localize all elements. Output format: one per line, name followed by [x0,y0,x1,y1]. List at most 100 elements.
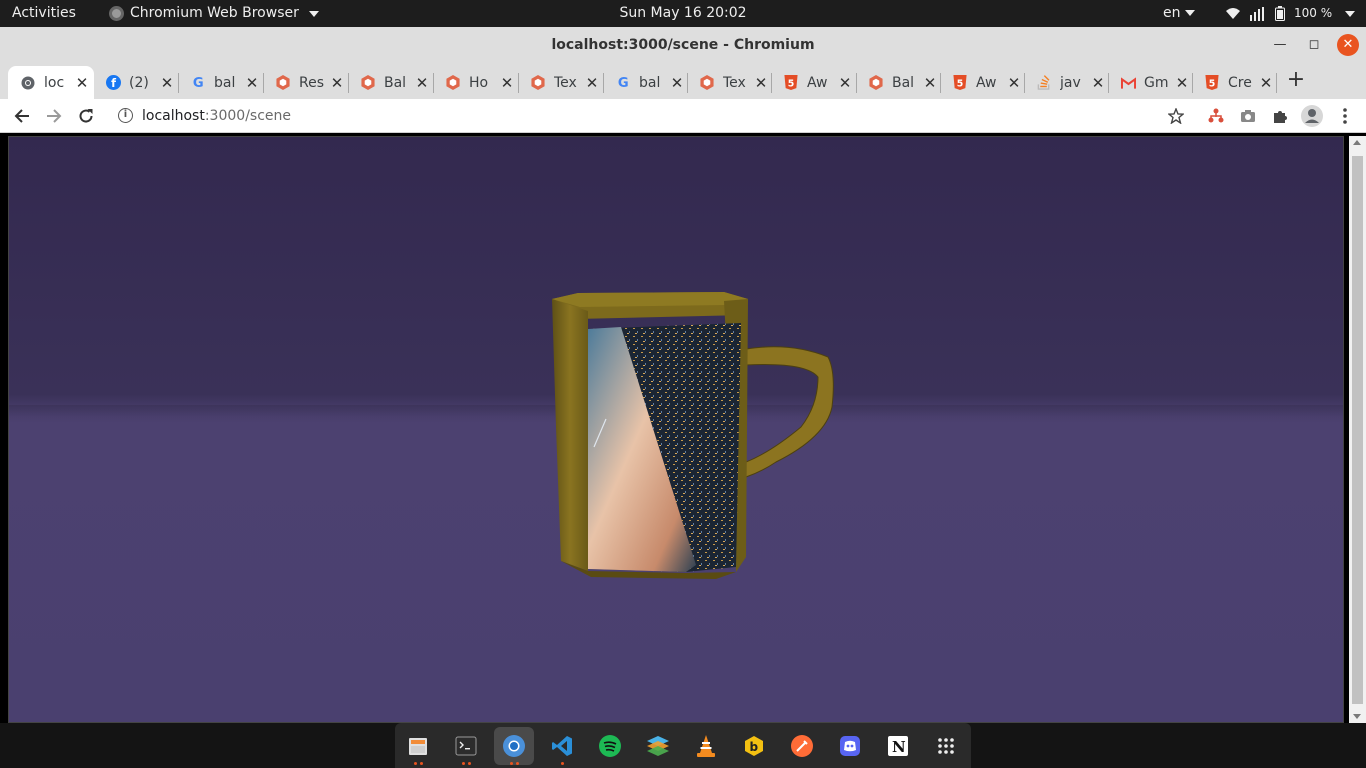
postman-icon [791,735,813,757]
arrow-left-icon [14,109,29,123]
mug-3d-model[interactable] [536,287,836,587]
back-button[interactable] [10,104,34,128]
dock-discord[interactable] [830,727,870,765]
language-indicator[interactable]: en [1163,0,1195,27]
babylon-icon [868,75,884,91]
facebook-icon: f [105,75,121,91]
url-text[interactable]: localhost:3000/scene [142,101,291,131]
tab-close-icon[interactable]: ✕ [584,74,600,92]
running-indicator [446,762,486,765]
minimize-button[interactable]: — [1269,34,1291,56]
address-bar[interactable]: i localhost:3000/scene [112,101,1197,131]
app-grid-icon [938,738,954,754]
forward-button[interactable] [42,104,66,128]
google-icon: G [190,75,206,91]
vscode-icon [552,736,572,756]
bookmark-star-button[interactable] [1164,104,1188,128]
dock-chromium[interactable] [494,727,534,765]
tab-12[interactable]: 5 Aw ✕ [940,66,1024,99]
tab-close-icon[interactable]: ✕ [414,74,430,92]
close-window-button[interactable]: ✕ [1337,34,1359,56]
babylon-icon [275,75,291,91]
clock[interactable]: Sun May 16 20:02 [619,5,746,21]
dock-files[interactable] [398,727,438,765]
tab-5[interactable]: Bal ✕ [348,66,432,99]
puzzle-icon [1274,111,1287,123]
tab-close-icon[interactable]: ✕ [1006,74,1022,92]
spotify-icon [599,735,621,757]
tab-1[interactable]: loc ✕ [8,66,94,99]
tab-close-icon[interactable]: ✕ [1258,74,1274,92]
dock-bitwarden[interactable]: b [734,727,774,765]
site-info-icon[interactable]: i [118,108,133,123]
tab-6[interactable]: Ho ✕ [433,66,517,99]
gnome-top-bar: Activities Chromium Web Browser Sun May … [0,0,1366,27]
tab-title: Bal [384,74,407,91]
tab-close-icon[interactable]: ✕ [1090,74,1106,92]
tab-15[interactable]: 5 Cre ✕ [1192,66,1276,99]
tab-3[interactable]: G bal ✕ [178,66,262,99]
tab-close-icon[interactable]: ✕ [753,74,769,92]
scroll-up-arrow-icon[interactable] [1353,140,1361,145]
tab-close-icon[interactable]: ✕ [244,74,260,92]
tab-10[interactable]: 5 Aw ✕ [771,66,855,99]
tab-close-icon[interactable]: ✕ [499,74,515,92]
dock-show-applications[interactable] [926,727,966,765]
svg-text:b: b [750,740,759,754]
app-menu[interactable]: Chromium Web Browser [109,0,319,27]
extension-button[interactable] [1204,104,1228,128]
tab-close-icon[interactable]: ✕ [74,74,90,92]
dock-notion[interactable]: N [878,727,918,765]
profile-button[interactable] [1300,104,1324,128]
reload-button[interactable] [74,104,98,128]
tab-title: jav [1060,74,1081,91]
page-scrollbar[interactable] [1349,136,1366,723]
tab-close-icon[interactable]: ✕ [922,74,938,92]
tab-close-icon[interactable]: ✕ [669,74,685,92]
tab-close-icon[interactable]: ✕ [837,74,853,92]
tab-close-icon[interactable]: ✕ [329,74,345,92]
camera-icon [1241,110,1255,122]
more-vertical-icon [1343,108,1347,124]
scene-canvas[interactable] [8,136,1344,723]
extension-tree-icon [1208,108,1224,123]
tab-8[interactable]: G bal ✕ [603,66,687,99]
scrollbar-thumb[interactable] [1352,156,1363,704]
svg-text:5: 5 [788,78,795,89]
maximize-button[interactable]: ◻ [1303,34,1325,56]
browser-toolbar: i localhost:3000/scene [0,99,1366,133]
window-title: localhost:3000/scene - Chromium [551,37,815,53]
tab-7[interactable]: Tex ✕ [518,66,602,99]
avatar-icon [1301,105,1323,127]
tab-4[interactable]: Res ✕ [263,66,347,99]
svg-text:5: 5 [1209,78,1216,89]
battery-percentage: 100 % [1294,6,1333,20]
dock-vscode[interactable] [542,727,582,765]
html5-icon: 5 [952,75,968,91]
extensions-button[interactable] [1268,104,1292,128]
activities-button[interactable]: Activities [12,0,76,27]
tab-2[interactable]: f (2) ✕ [93,66,177,99]
running-indicator [494,762,534,765]
tab-11[interactable]: Bal ✕ [856,66,940,99]
tab-separator [1276,73,1277,93]
new-tab-button[interactable]: + [1283,66,1309,94]
tab-13[interactable]: jav ✕ [1024,66,1108,99]
tab-close-icon[interactable]: ✕ [159,74,175,92]
dock-terminal[interactable] [446,727,486,765]
app-menu-label: Chromium Web Browser [130,5,299,21]
system-status-menu[interactable]: 100 % [1225,0,1356,27]
tab-9[interactable]: Tex ✕ [687,66,771,99]
bitwarden-icon: b [745,736,763,756]
screenshot-extension-button[interactable] [1236,104,1260,128]
tab-14[interactable]: Gm ✕ [1108,66,1192,99]
dock-spotify[interactable] [590,727,630,765]
dock-vlc[interactable] [686,727,726,765]
tab-close-icon[interactable]: ✕ [1174,74,1190,92]
scroll-down-arrow-icon[interactable] [1353,714,1361,719]
dock-layers-app[interactable] [638,727,678,765]
dock-postman[interactable] [782,727,822,765]
svg-text:G: G [617,76,628,90]
browser-menu-button[interactable] [1333,104,1357,128]
window-title-bar[interactable]: localhost:3000/scene - Chromium — ◻ ✕ [0,27,1366,63]
